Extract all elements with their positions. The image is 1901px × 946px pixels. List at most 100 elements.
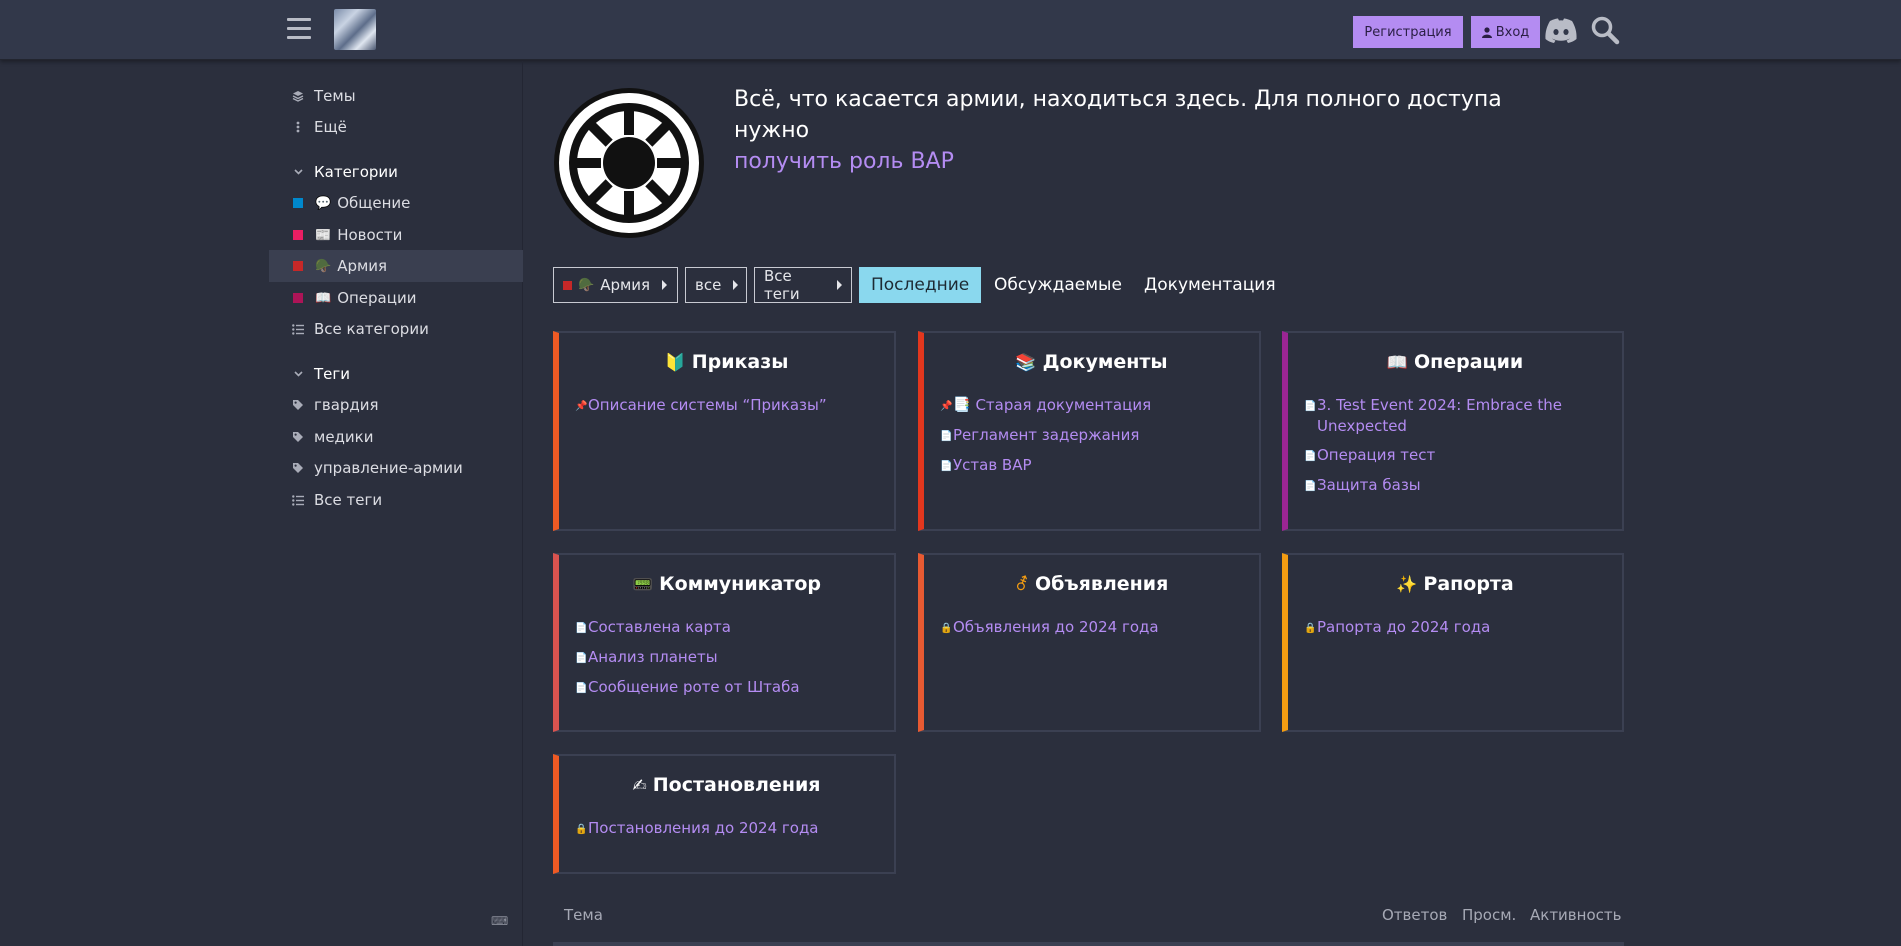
pager-icon: 📟 bbox=[631, 575, 654, 595]
writing-hand-icon: ✍ bbox=[632, 776, 647, 796]
category-color-swatch bbox=[293, 230, 303, 240]
sidebar-section-heading: Теги bbox=[314, 365, 351, 383]
sidebar-section-categories[interactable]: Категории bbox=[269, 156, 523, 188]
document-icon: 📄 bbox=[1304, 481, 1317, 492]
category-color-swatch bbox=[293, 198, 303, 208]
topic-link[interactable]: 📄 Операция тест bbox=[1304, 445, 1608, 467]
search-icon[interactable] bbox=[1590, 15, 1620, 45]
topic-title: Старая документация bbox=[975, 396, 1152, 414]
pin-icon: 📌 bbox=[940, 401, 953, 412]
site-logo[interactable] bbox=[334, 9, 376, 50]
login-button[interactable]: Вход bbox=[1463, 16, 1540, 48]
category-dropdown[interactable]: 🪖 Армия bbox=[553, 267, 678, 303]
tab-label: Последние bbox=[871, 275, 970, 295]
topic-title: Анализ планеты bbox=[588, 648, 718, 666]
sidebar-section-heading: Категории bbox=[314, 163, 398, 181]
sidebar-item-category[interactable]: 💬 Общение bbox=[269, 187, 523, 219]
subcategory-title-text: Объявления bbox=[1034, 573, 1169, 595]
tab-top[interactable]: Обсуждаемые bbox=[982, 267, 1134, 303]
topic-title: Устав ВАР bbox=[953, 456, 1032, 474]
subcategory-box[interactable]: ✍ Постановления 🔒 Постановления до 2024 го… bbox=[553, 754, 896, 874]
subcategory-box[interactable]: 📟 Коммуникатор 📄 Составлена карта 📄 Анализ … bbox=[553, 553, 896, 732]
category-color-swatch bbox=[563, 280, 572, 290]
sidebar-item-tag[interactable]: гвардия bbox=[269, 389, 523, 421]
topic-link[interactable]: 📄 Устав ВАР bbox=[940, 455, 1245, 477]
subcategory-dropdown[interactable]: все bbox=[685, 267, 747, 303]
column-header-topic[interactable]: Тема bbox=[564, 906, 603, 924]
caret-right-icon bbox=[733, 280, 739, 290]
menu-icon[interactable] bbox=[287, 18, 311, 40]
sidebar-item-category[interactable]: 📖 Операции bbox=[269, 282, 523, 314]
sidebar-section-tags[interactable]: Теги bbox=[269, 358, 523, 390]
subcategory-title-text: Постановления bbox=[652, 774, 821, 796]
lock-icon: 🔒 bbox=[940, 623, 953, 634]
subcategory-title[interactable]: 📚 Документы bbox=[924, 351, 1259, 377]
staff-icon: ⚦ bbox=[1014, 575, 1029, 595]
category-description: Всё, что касается армии, находиться здес… bbox=[734, 84, 1574, 177]
subcategory-title[interactable]: ⚦ Объявления bbox=[924, 573, 1259, 599]
subcategory-title-text: Операции bbox=[1413, 351, 1524, 373]
topic-link[interactable]: 📄 3. Test Event 2024: Embrace the Unexpec… bbox=[1304, 395, 1608, 437]
topic-link[interactable]: 📌 Описание системы “Приказы” bbox=[575, 395, 880, 417]
subcategory-title-text: Рапорта bbox=[1423, 573, 1514, 595]
site-header: Регистрация Вход bbox=[0, 0, 1901, 60]
list-icon bbox=[291, 494, 305, 506]
subcategory-box[interactable]: ⚦ Объявления 🔒 Объявления до 2024 года bbox=[918, 553, 1261, 732]
keyboard-icon[interactable]: ⌨ bbox=[491, 914, 508, 928]
topic-link[interactable]: 🔒 Объявления до 2024 года bbox=[940, 617, 1245, 639]
sidebar-item-all-categories[interactable]: Все категории bbox=[269, 313, 523, 345]
newspaper-icon: 📰 bbox=[315, 227, 332, 243]
get-role-link[interactable]: получить роль ВАР bbox=[734, 149, 954, 174]
subcategory-title[interactable]: 📖 Операции bbox=[1288, 351, 1622, 377]
topic-link[interactable]: 📄 Регламент задержания bbox=[940, 425, 1245, 447]
subcategory-box[interactable]: 📚 Документы 📌 📑 Старая документация 📄 Реглам… bbox=[918, 331, 1261, 531]
topic-title: Составлена карта bbox=[588, 618, 731, 636]
document-icon: 📄 bbox=[940, 431, 953, 442]
column-header-activity[interactable]: Активность bbox=[1530, 906, 1621, 924]
sidebar-item-topics[interactable]: Темы bbox=[269, 80, 523, 112]
subcategory-title[interactable]: ✨ Рапорта bbox=[1288, 573, 1622, 599]
subcategory-dropdown-label: все bbox=[695, 276, 722, 294]
subcategory-title[interactable]: 🔰 Приказы bbox=[559, 351, 894, 377]
topic-title: 3. Test Event 2024: Embrace the Unexpect… bbox=[1317, 396, 1562, 435]
topic-link[interactable]: 📌 📑 Старая документация bbox=[940, 395, 1245, 417]
sidebar-item-label: Все категории bbox=[314, 320, 429, 338]
topic-title: Объявления до 2024 года bbox=[953, 618, 1159, 636]
pin-icon: 📌 bbox=[575, 401, 588, 412]
subcategory-box[interactable]: 📖 Операции 📄 3. Test Event 2024: Embrace t… bbox=[1282, 331, 1624, 531]
topic-link[interactable]: 🔒 Рапорта до 2024 года bbox=[1304, 617, 1608, 639]
sidebar: Темы Ещё Категории 💬 Общение 📰 Новости 🪖… bbox=[269, 61, 523, 946]
topic-link[interactable]: 📄 Составлена карта bbox=[575, 617, 880, 639]
sidebar-item-all-tags[interactable]: Все теги bbox=[269, 484, 523, 516]
tab-docs[interactable]: Документация bbox=[1132, 267, 1288, 303]
subcategory-title-text: Документы bbox=[1042, 351, 1168, 373]
tab-latest[interactable]: Последние bbox=[859, 267, 982, 303]
topic-link[interactable]: 📄 Анализ планеты bbox=[575, 647, 880, 669]
chevron-down-icon bbox=[291, 169, 305, 175]
topic-title: Постановления до 2024 года bbox=[588, 819, 819, 837]
sidebar-item-category[interactable]: 📰 Новости bbox=[269, 219, 523, 251]
sidebar-item-label: Темы bbox=[314, 87, 356, 105]
sidebar-item-label: гвардия bbox=[314, 396, 379, 414]
discord-icon[interactable] bbox=[1544, 17, 1578, 45]
tag-icon bbox=[291, 399, 305, 411]
subcategory-title[interactable]: ✍ Постановления bbox=[559, 774, 894, 800]
sidebar-item-more[interactable]: Ещё bbox=[269, 111, 523, 143]
subcategory-title-text: Приказы bbox=[691, 351, 789, 373]
subcategory-box[interactable]: 🔰 Приказы 📌 Описание системы “Приказы” bbox=[553, 331, 896, 531]
topic-link[interactable]: 🔒 Постановления до 2024 года bbox=[575, 818, 880, 840]
topic-link[interactable]: 📄 Защита базы bbox=[1304, 475, 1608, 497]
signup-button[interactable]: Регистрация bbox=[1353, 16, 1463, 48]
subcategory-box[interactable]: ✨ Рапорта 🔒 Рапорта до 2024 года bbox=[1282, 553, 1624, 732]
column-header-replies[interactable]: Ответов bbox=[1382, 906, 1447, 924]
topic-link[interactable]: 📄 Сообщение роте от Штаба bbox=[575, 677, 880, 699]
beginner-badge-icon: 🔰 bbox=[664, 353, 686, 373]
sidebar-item-tag[interactable]: медики bbox=[269, 421, 523, 453]
column-header-views[interactable]: Просм. bbox=[1462, 906, 1516, 924]
sidebar-item-label: Ещё bbox=[314, 118, 347, 136]
sidebar-item-category[interactable]: 🪖 Армия bbox=[269, 250, 523, 282]
sidebar-item-tag[interactable]: управление-армии bbox=[269, 452, 523, 484]
more-vertical-icon bbox=[291, 121, 305, 133]
tags-dropdown[interactable]: Все теги bbox=[754, 267, 852, 303]
subcategory-title[interactable]: 📟 Коммуникатор bbox=[559, 573, 894, 599]
